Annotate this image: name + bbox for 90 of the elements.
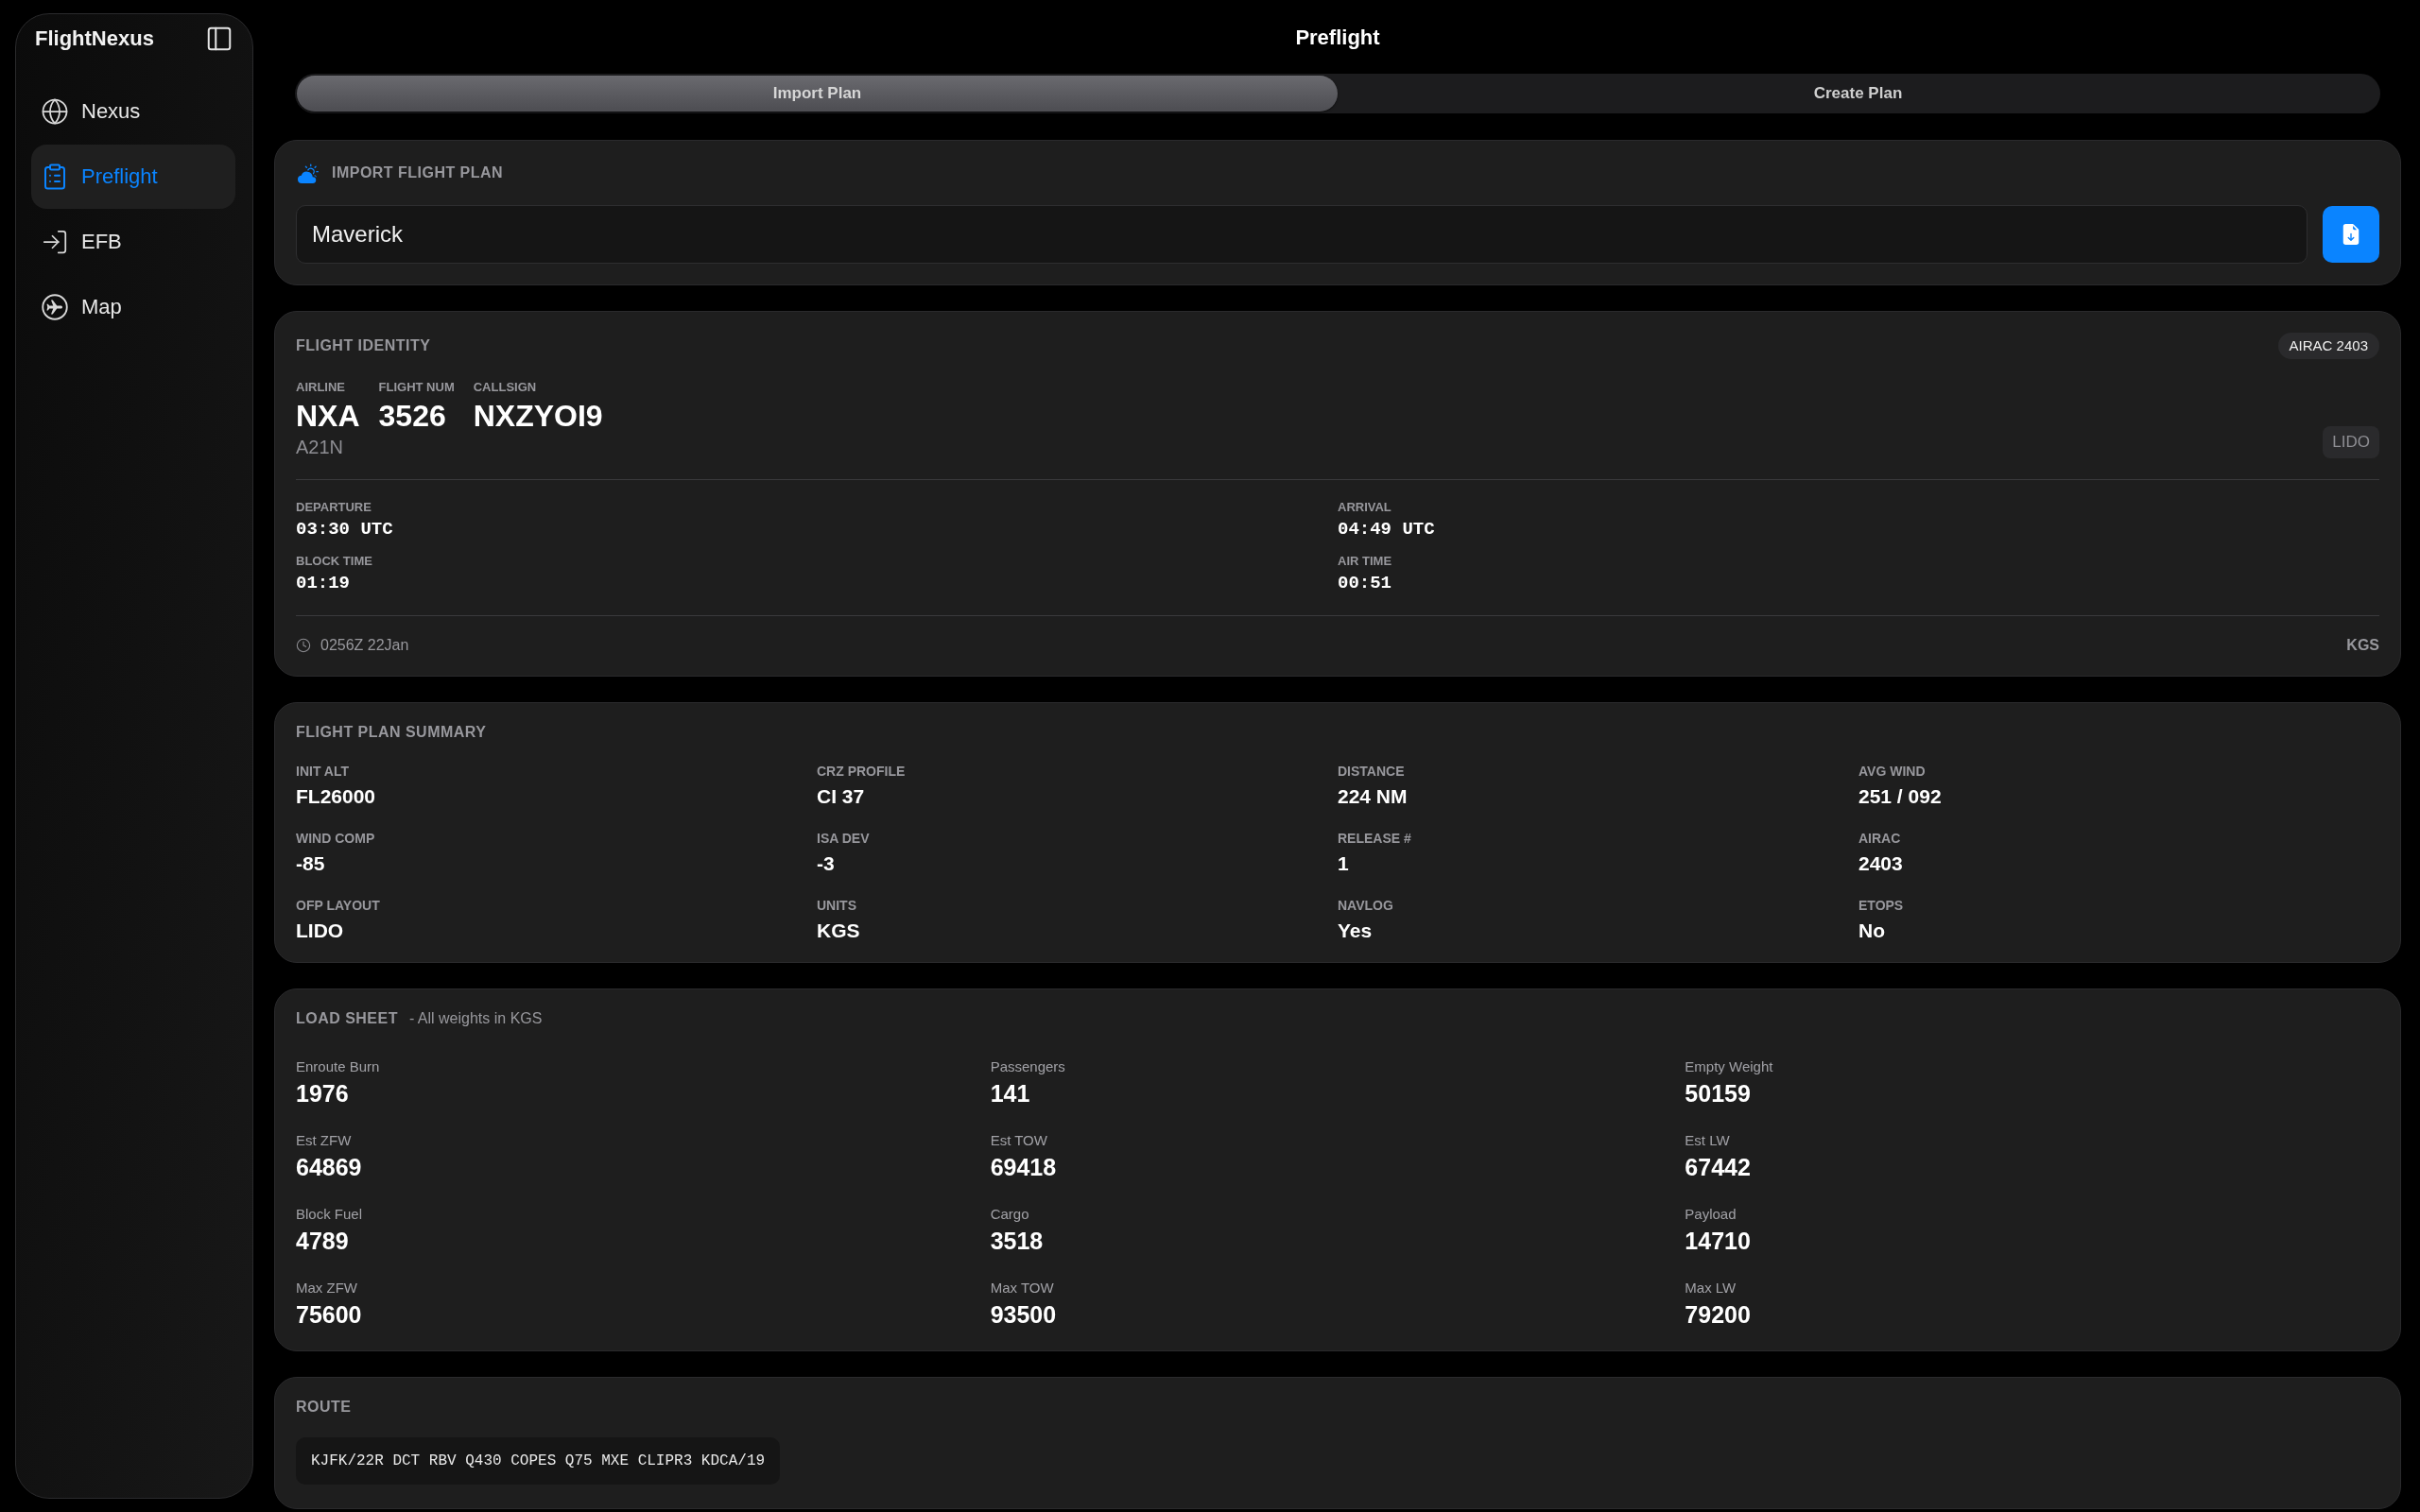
field-label: NAVLOG [1338, 899, 1393, 912]
time-value: 04:49 UTC [1338, 519, 1436, 540]
timestamp: 0256Z 22Jan [320, 636, 409, 655]
units-label: KGS [2346, 636, 2379, 655]
field-value: 251 / 092 [1858, 785, 1942, 808]
sign-in-icon [41, 228, 69, 256]
globe-icon [41, 97, 69, 126]
field-value: 67442 [1685, 1154, 1751, 1180]
field-label: AIR TIME [1338, 555, 1393, 568]
field-value: 3526 [378, 399, 447, 433]
nav-item[interactable]: Preflight [31, 145, 235, 209]
segment-tab[interactable]: Create Plan [1338, 76, 2378, 112]
field-label: DISTANCE [1338, 765, 1405, 778]
field-value: NXA [296, 399, 360, 433]
cloud-sun-icon [296, 163, 320, 183]
app-title: FlightNexus [35, 26, 154, 52]
field-label: CRZ PROFILE [817, 765, 906, 778]
field-label: Est ZFW [296, 1132, 352, 1149]
field-label: OFP LAYOUT [296, 899, 380, 912]
field-label: UNITS [817, 899, 856, 912]
field-label: ISA DEV [817, 832, 870, 845]
time-value: 00:51 [1338, 573, 1392, 593]
field-label: WIND COMP [296, 832, 375, 845]
field-label: Block Fuel [296, 1206, 363, 1223]
section-subtitle: - All weights in KGS [408, 1009, 543, 1028]
field-value: 50159 [1685, 1080, 1751, 1107]
field-label: DEPARTURE [296, 501, 372, 514]
airplane-icon [41, 293, 69, 321]
field-label: RELEASE # [1338, 832, 1411, 845]
route-string: KJFK/22R DCT RBV Q430 COPES Q75 MXE CLIPR3 KDCA/19 [296, 1437, 781, 1485]
section-title: FLIGHT IDENTITY [296, 336, 431, 355]
field-label: Enroute Burn [296, 1058, 380, 1075]
field-label: Max TOW [990, 1280, 1054, 1297]
section-title: ROUTE [296, 1398, 352, 1417]
field-label: AIRLINE [296, 380, 346, 395]
section-title: IMPORT FLIGHT PLAN [332, 163, 504, 182]
field-value: NXZYOI9 [473, 399, 603, 433]
field-label: Est LW [1685, 1132, 1730, 1149]
field-label: BLOCK TIME [296, 555, 373, 568]
field-value: Yes [1338, 919, 1373, 942]
field-value: 3518 [990, 1228, 1044, 1254]
field-label: CALLSIGN [473, 380, 538, 395]
field-label: AVG WIND [1858, 765, 1926, 778]
section-title: FLIGHT PLAN SUMMARY [296, 723, 487, 742]
field-value: 75600 [296, 1301, 362, 1328]
field-label: Passengers [990, 1058, 1065, 1075]
field-label: FLIGHT NUM [378, 380, 455, 395]
time-value: 03:30 UTC [296, 519, 394, 540]
airac-badge: AIRAC 2403 [2277, 333, 2379, 359]
field-label: Empty Weight [1685, 1058, 1773, 1075]
file-download-icon [2341, 223, 2361, 246]
field-value: 64869 [296, 1154, 362, 1180]
field-value: 1 [1338, 852, 1349, 875]
field-value: No [1858, 919, 1885, 942]
page-title: Preflight [1295, 25, 1380, 51]
field-value: 1976 [296, 1080, 349, 1107]
aircraft-type: A21N [296, 436, 345, 458]
field-value: 79200 [1685, 1301, 1751, 1328]
field-label: AIRAC [1858, 832, 1901, 845]
field-label: Max ZFW [296, 1280, 357, 1297]
field-label: Cargo [990, 1206, 1029, 1223]
import-file-button[interactable] [2323, 206, 2379, 263]
input-field[interactable]: Maverick [296, 205, 2308, 264]
field-value: 93500 [990, 1301, 1057, 1328]
field-value: 14710 [1685, 1228, 1751, 1254]
field-label: Est TOW [990, 1132, 1047, 1149]
field-value: LIDO [296, 919, 344, 942]
field-label: ETOPS [1858, 899, 1904, 912]
field-value: 224 NM [1338, 785, 1408, 808]
field-value: -85 [296, 852, 325, 875]
field-value: -3 [817, 852, 835, 875]
field-value: 4789 [296, 1228, 349, 1254]
layout-badge: LIDO [2323, 426, 2379, 458]
field-value: KGS [817, 919, 860, 942]
time-value: 01:19 [296, 573, 351, 593]
segment-tab[interactable]: Import Plan [297, 76, 1338, 112]
nav-item[interactable]: Nexus [31, 79, 235, 144]
field-label: Max LW [1685, 1280, 1737, 1297]
field-label: INIT ALT [296, 765, 349, 778]
field-value: CI 37 [817, 785, 865, 808]
field-value: FL26000 [296, 785, 376, 808]
field-value: 2403 [1858, 852, 1903, 875]
nav-item[interactable]: Map [31, 275, 235, 339]
clock-icon [296, 638, 311, 653]
section-title: LOAD SHEET [296, 1009, 398, 1028]
field-value: 141 [990, 1080, 1030, 1107]
field-label: ARRIVAL [1338, 501, 1392, 514]
nav-item[interactable]: EFB [31, 210, 235, 274]
field-value: 69418 [990, 1154, 1057, 1180]
field-label: Payload [1685, 1206, 1737, 1223]
